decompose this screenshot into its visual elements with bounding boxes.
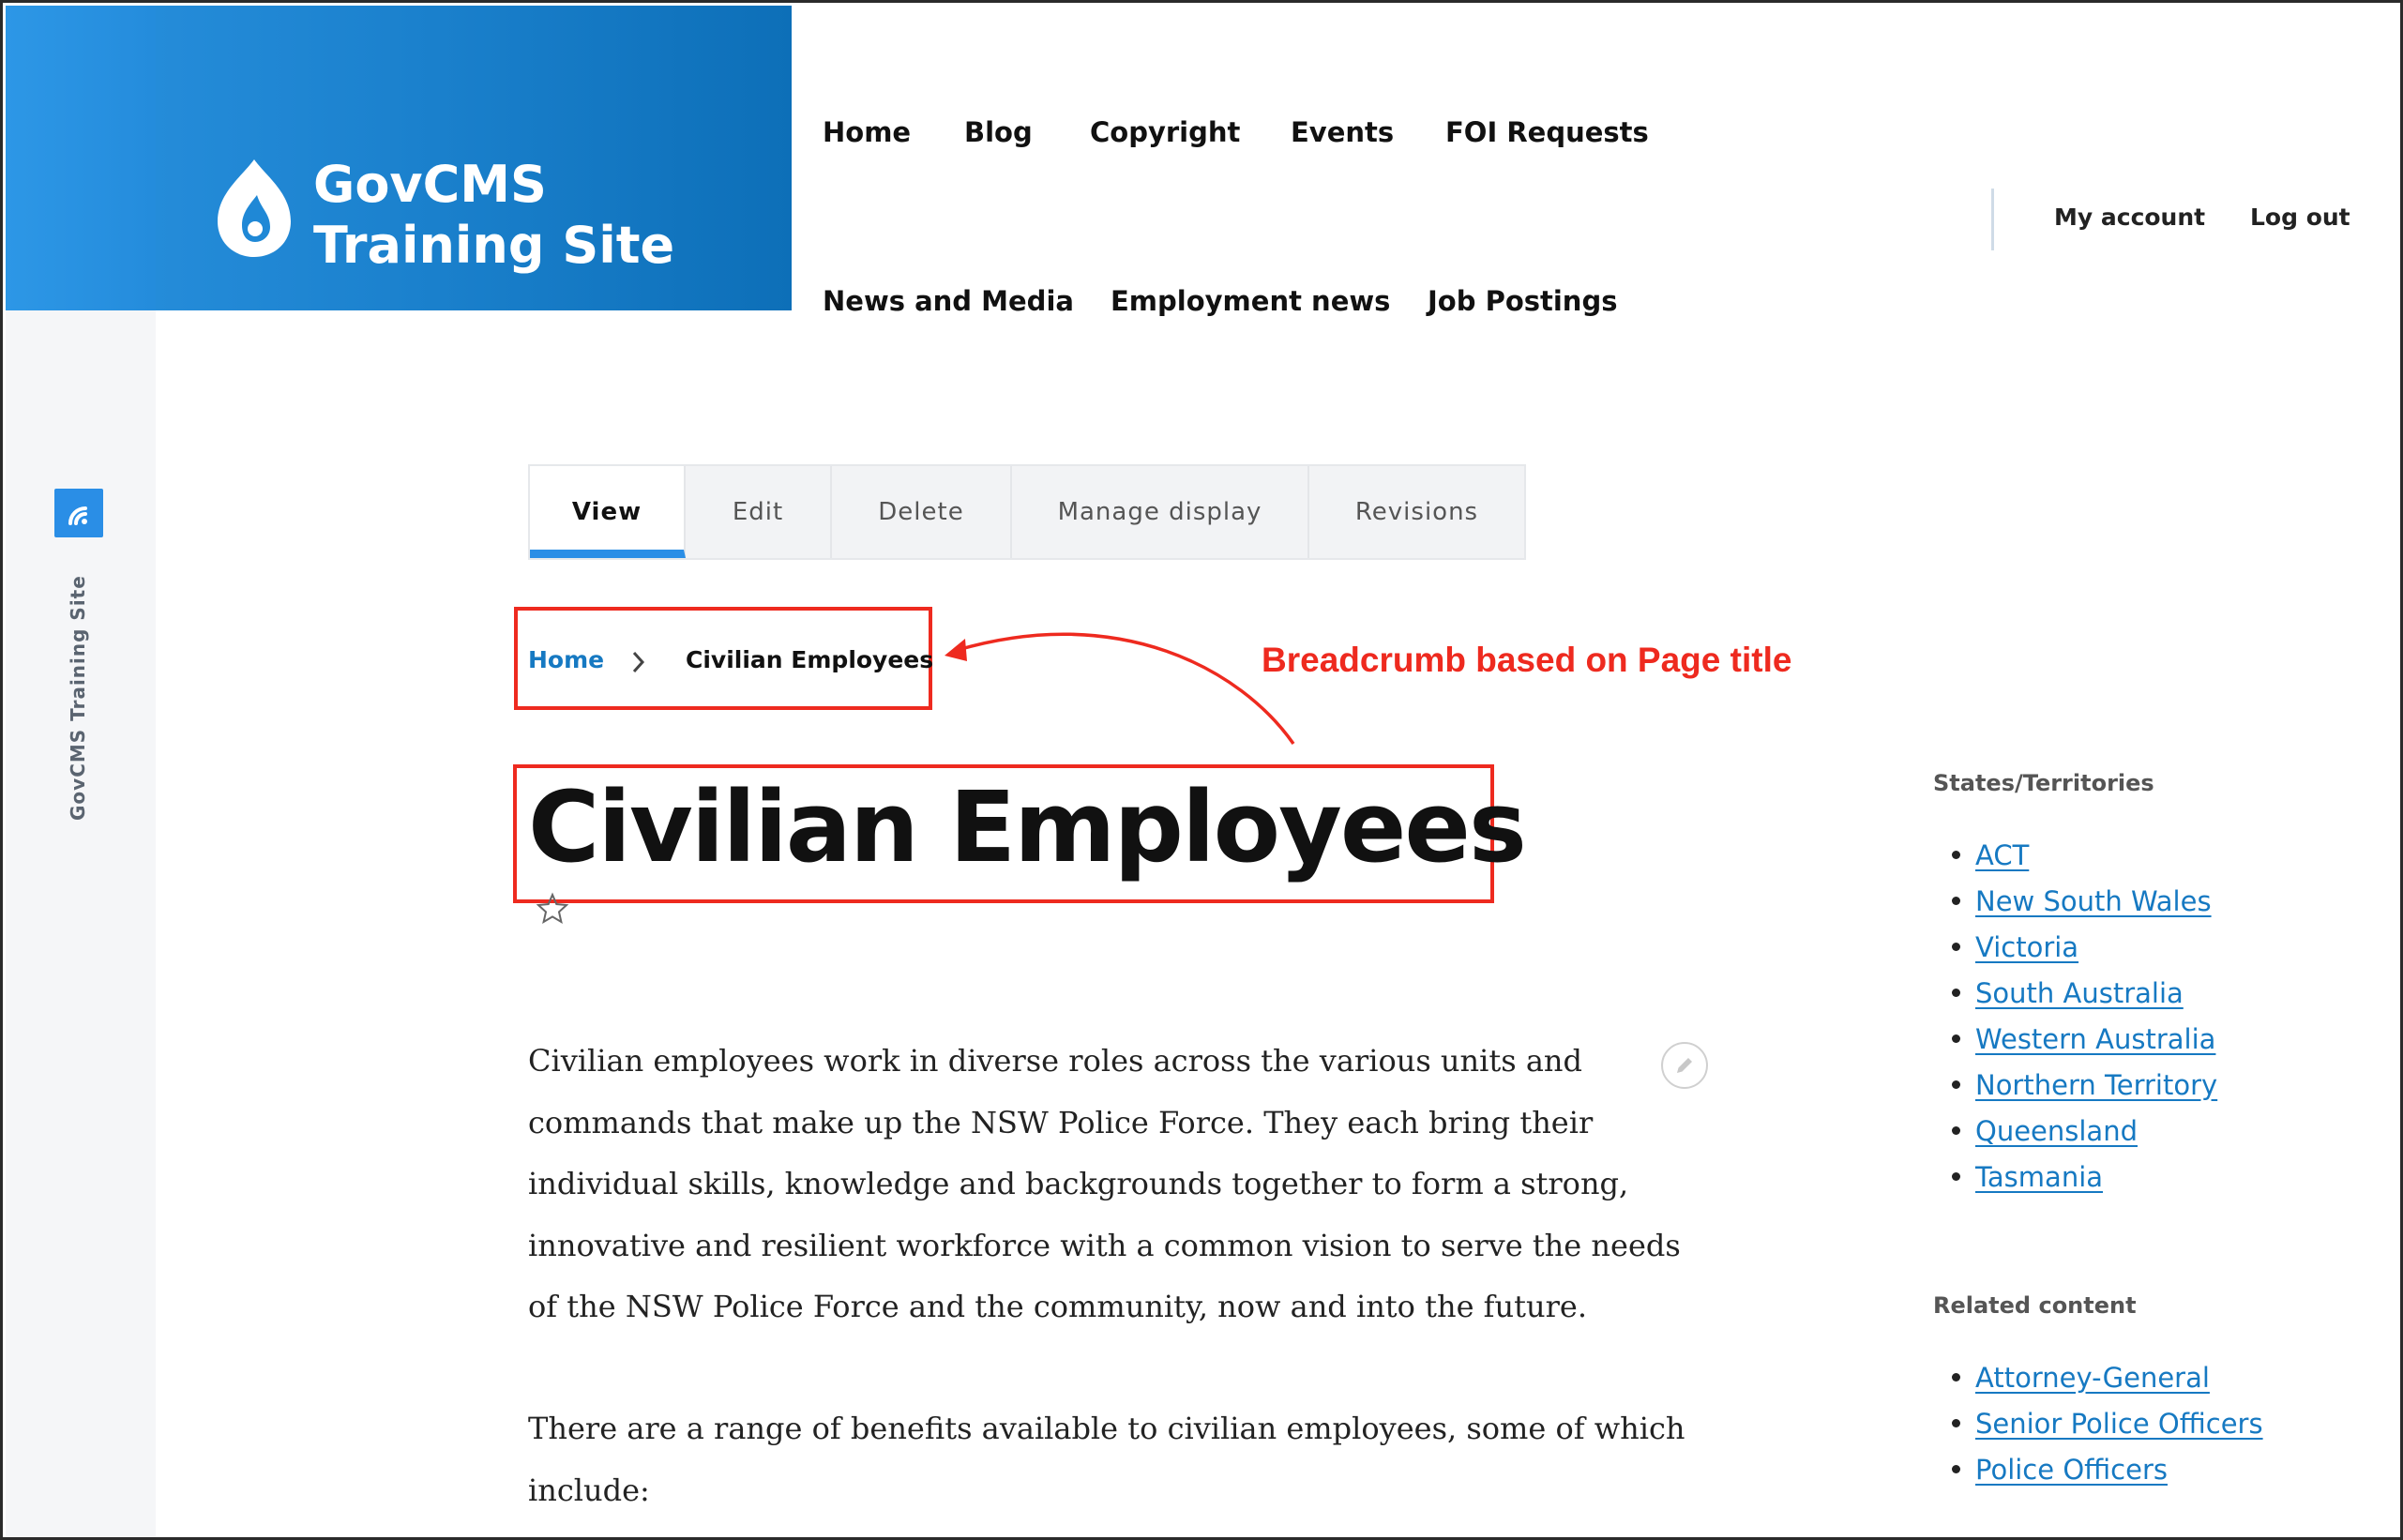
- site-branding[interactable]: GovCMS Training Site: [6, 6, 792, 310]
- page-frame: GovCMS Training Site GovCMS Training Sit…: [0, 0, 2403, 1540]
- tab-view[interactable]: View: [530, 466, 686, 558]
- state-link-tas[interactable]: Tasmania: [1975, 1161, 2103, 1193]
- state-link-qld[interactable]: Queensland: [1975, 1115, 2138, 1147]
- star-icon[interactable]: [536, 892, 569, 926]
- broadcast-icon[interactable]: [54, 489, 103, 537]
- state-link-victoria[interactable]: Victoria: [1975, 931, 2078, 963]
- nav-home[interactable]: Home: [823, 116, 911, 148]
- tab-delete[interactable]: Delete: [832, 466, 1012, 558]
- chevron-right-icon: [632, 651, 645, 673]
- nav-copyright[interactable]: Copyright: [1090, 116, 1240, 148]
- related-link-attorney-general[interactable]: Attorney-General: [1975, 1362, 2210, 1394]
- list-item: Police Officers: [1933, 1446, 2263, 1492]
- pencil-icon[interactable]: [1661, 1042, 1708, 1089]
- site-name-line2: Training Site: [313, 216, 675, 275]
- tab-manage-display[interactable]: Manage display: [1012, 466, 1309, 558]
- list-item: Queensland: [1933, 1108, 2217, 1154]
- my-account-link[interactable]: My account: [2054, 204, 2205, 231]
- brand-strip: [6, 6, 156, 310]
- page-title: Civilian Employees: [528, 770, 1527, 884]
- tab-edit[interactable]: Edit: [686, 466, 832, 558]
- list-item: ACT: [1933, 832, 2217, 878]
- related-link-senior-police-officers[interactable]: Senior Police Officers: [1975, 1408, 2263, 1440]
- list-item: Tasmania: [1933, 1154, 2217, 1200]
- tab-revisions[interactable]: Revisions: [1309, 466, 1524, 558]
- breadcrumb-current: Civilian Employees: [686, 646, 934, 673]
- annotation-arrow: [945, 632, 1295, 746]
- site-name[interactable]: GovCMS Training Site: [313, 154, 674, 276]
- state-link-nsw[interactable]: New South Wales: [1975, 885, 2212, 917]
- local-tasks-tabs: View Edit Delete Manage display Revision…: [528, 464, 1526, 560]
- state-link-nt[interactable]: Northern Territory: [1975, 1069, 2217, 1101]
- list-item: South Australia: [1933, 970, 2217, 1016]
- body-paragraph-2: There are a range of benefits available …: [528, 1411, 1685, 1508]
- breadcrumb-home[interactable]: Home: [528, 646, 604, 673]
- states-heading: States/Territories: [1933, 770, 2154, 796]
- nav-news-and-media[interactable]: News and Media: [823, 285, 1074, 317]
- related-content-list: Attorney-General Senior Police Officers …: [1933, 1354, 2263, 1492]
- nav-employment-news[interactable]: Employment news: [1111, 285, 1390, 317]
- related-content-heading: Related content: [1933, 1292, 2137, 1319]
- nav-job-postings[interactable]: Job Postings: [1428, 285, 1617, 317]
- states-list: ACT New South Wales Victoria South Austr…: [1933, 832, 2217, 1200]
- list-item: Northern Territory: [1933, 1062, 2217, 1108]
- nav-divider: [1991, 189, 1994, 250]
- list-item: Western Australia: [1933, 1016, 2217, 1062]
- nav-events[interactable]: Events: [1291, 116, 1394, 148]
- state-link-wa[interactable]: Western Australia: [1975, 1023, 2215, 1055]
- annotation-text: Breadcrumb based on Page title: [1262, 641, 1792, 679]
- list-item: Victoria: [1933, 924, 2217, 970]
- state-link-act[interactable]: ACT: [1975, 839, 2029, 871]
- rail-site-label[interactable]: GovCMS Training Site: [67, 575, 89, 821]
- log-out-link[interactable]: Log out: [2250, 204, 2350, 231]
- list-item: Attorney-General: [1933, 1354, 2263, 1400]
- related-link-police-officers[interactable]: Police Officers: [1975, 1454, 2168, 1486]
- list-item: New South Wales: [1933, 878, 2217, 924]
- nav-blog[interactable]: Blog: [964, 116, 1033, 148]
- state-link-sa[interactable]: South Australia: [1975, 977, 2184, 1009]
- list-item: Senior Police Officers: [1933, 1400, 2263, 1446]
- left-toolbar-rail: GovCMS Training Site: [6, 310, 156, 1537]
- drupal-drop-icon[interactable]: [214, 156, 295, 261]
- nav-foi-requests[interactable]: FOI Requests: [1445, 116, 1649, 148]
- site-name-line1: GovCMS: [313, 155, 547, 214]
- body-paragraph-1: Civilian employees work in diverse roles…: [528, 1043, 1681, 1324]
